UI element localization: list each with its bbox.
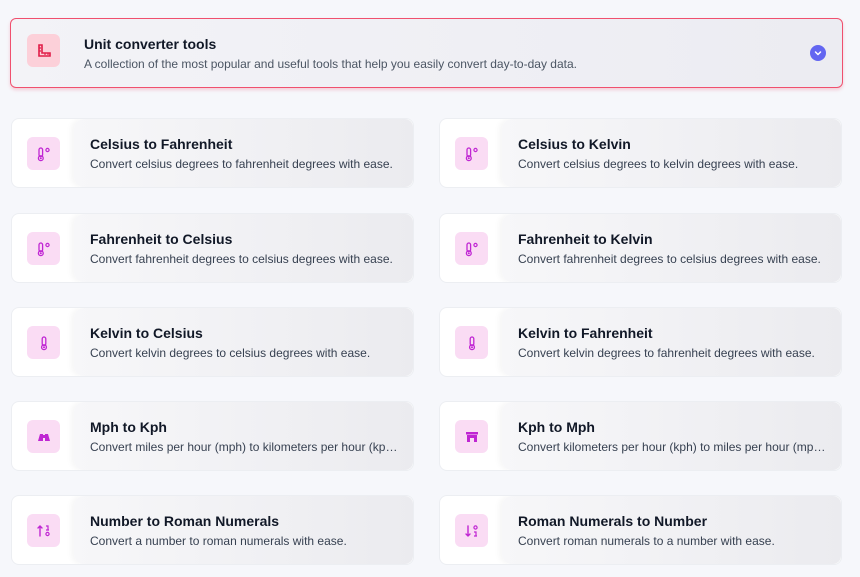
- tool-card-kelvin-to-celsius[interactable]: Kelvin to Celsius Convert kelvin degrees…: [11, 307, 414, 377]
- tool-card-celsius-to-fahrenheit[interactable]: Celsius to Fahrenheit Convert celsius de…: [11, 118, 414, 188]
- tool-description: Convert celsius degrees to kelvin degree…: [518, 157, 799, 171]
- tool-card-fahrenheit-to-celsius[interactable]: Fahrenheit to Celsius Convert fahrenheit…: [11, 213, 414, 283]
- tool-description: Convert kelvin degrees to fahrenheit deg…: [518, 346, 815, 360]
- tool-title: Celsius to Fahrenheit: [90, 136, 233, 152]
- temperature-celsius-icon: [27, 137, 60, 170]
- sort-numeric-down-icon: [455, 514, 488, 547]
- tool-description: Convert fahrenheit degrees to celsius de…: [90, 252, 393, 266]
- tool-card-fahrenheit-to-kelvin[interactable]: Fahrenheit to Kelvin Convert fahrenheit …: [439, 213, 842, 283]
- thermometer-icon: [455, 326, 488, 359]
- tool-title: Kelvin to Fahrenheit: [518, 325, 653, 341]
- tool-title: Fahrenheit to Celsius: [90, 231, 233, 247]
- road-icon: [455, 420, 488, 453]
- tool-card-kph-to-mph[interactable]: Kph to Mph Convert kilometers per hour (…: [439, 401, 842, 471]
- sort-numeric-icon: [27, 514, 60, 547]
- binoculars-icon: [27, 420, 60, 453]
- tool-description: Convert kilometers per hour (kph) to mil…: [518, 440, 830, 454]
- tool-title: Celsius to Kelvin: [518, 136, 631, 152]
- tool-title: Roman Numerals to Number: [518, 513, 708, 529]
- tool-card-mph-to-kph[interactable]: Mph to Kph Convert miles per hour (mph) …: [11, 401, 414, 471]
- tool-card-roman-numerals-to-number[interactable]: Roman Numerals to Number Convert roman n…: [439, 495, 842, 565]
- tool-card-celsius-to-kelvin[interactable]: Celsius to Kelvin Convert celsius degree…: [439, 118, 842, 188]
- tool-description: Convert celsius degrees to fahrenheit de…: [90, 157, 393, 171]
- page-description: A collection of the most popular and use…: [84, 57, 577, 71]
- tool-description: Convert kelvin degrees to celsius degree…: [90, 346, 371, 360]
- tool-description: Convert miles per hour (mph) to kilomete…: [90, 440, 402, 454]
- tool-title: Mph to Kph: [90, 419, 167, 435]
- tool-title: Number to Roman Numerals: [90, 513, 280, 529]
- tool-title: Kph to Mph: [518, 419, 595, 435]
- tool-description: Convert fahrenheit degrees to celsius de…: [518, 252, 821, 266]
- tool-card-kelvin-to-fahrenheit[interactable]: Kelvin to Fahrenheit Convert kelvin degr…: [439, 307, 842, 377]
- unit-converter-header[interactable]: Unit converter tools A collection of the…: [10, 18, 843, 88]
- temperature-celsius-icon: [455, 232, 488, 265]
- ruler-icon: [27, 34, 60, 67]
- tool-title: Kelvin to Celsius: [90, 325, 203, 341]
- temperature-celsius-icon: [27, 232, 60, 265]
- page-title: Unit converter tools: [84, 36, 217, 52]
- tool-description: Convert roman numerals to a number with …: [518, 534, 775, 548]
- chevron-down-icon[interactable]: [810, 45, 826, 61]
- tool-description: Convert a number to roman numerals with …: [90, 534, 347, 548]
- tool-title: Fahrenheit to Kelvin: [518, 231, 653, 247]
- temperature-celsius-icon: [455, 137, 488, 170]
- thermometer-icon: [27, 326, 60, 359]
- tool-card-number-to-roman-numerals[interactable]: Number to Roman Numerals Convert a numbe…: [11, 495, 414, 565]
